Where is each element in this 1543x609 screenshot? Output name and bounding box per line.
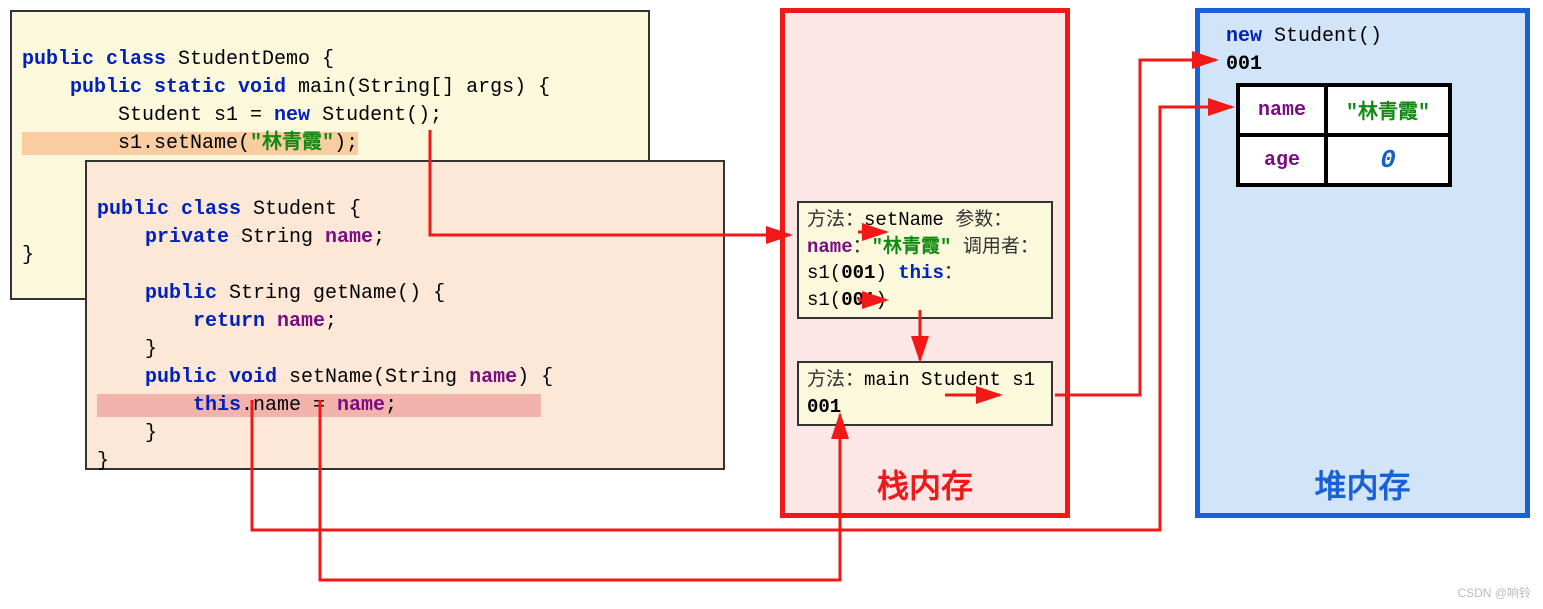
frame-text: ： — [944, 262, 963, 284]
arrow-001-to-heap — [1055, 60, 1216, 395]
frame-text: 调用者： — [963, 236, 1039, 258]
code-kw: public static void — [22, 76, 286, 99]
frame-addr: 001 — [841, 289, 875, 311]
code-kw: this — [193, 394, 241, 417]
code-text: Student { — [241, 198, 361, 221]
frame-text: setName — [864, 209, 944, 231]
stack-memory-box: 栈内存 方法：setName 参数：name："林青霞" 调用者：s1(001)… — [780, 8, 1070, 518]
frame-text: 方法： — [807, 369, 864, 391]
code-text: } — [22, 244, 34, 267]
code-text: } — [97, 450, 109, 473]
code-ident: name — [265, 310, 325, 333]
heap-age-val: 0 — [1326, 135, 1450, 185]
code-kw: public void — [97, 366, 277, 389]
code-kw: new — [1226, 25, 1262, 48]
code-kw: new — [274, 104, 310, 127]
code-ident: name — [469, 366, 517, 389]
watermark: CSDN @响铃 — [1457, 584, 1531, 601]
heap-new-student-label: new Student() — [1226, 25, 1382, 48]
stack-title: 栈内存 — [785, 461, 1065, 507]
frame-addr: 001 — [841, 262, 875, 284]
code-str: "林青霞" — [250, 132, 334, 155]
code-text: Student s1 = — [22, 104, 274, 127]
code-text: String — [229, 226, 325, 249]
code-text: String getName() { — [217, 282, 445, 305]
frame-text: ) — [875, 289, 886, 311]
frame-text: s1( — [807, 289, 841, 311]
frame-text: main — [864, 369, 910, 391]
heap-object-table: name "林青霞" age 0 — [1236, 83, 1452, 187]
code-text: ) { — [517, 366, 553, 389]
heap-name-val: "林青霞" — [1326, 85, 1450, 135]
highlighted-line-setname: s1.setName("林青霞"); — [22, 132, 358, 155]
code-text: ; — [373, 226, 385, 249]
code-text: ; — [325, 310, 337, 333]
code-text: s1.setName( — [22, 132, 250, 155]
frame-text: 方法： — [807, 209, 864, 231]
code-kw: private — [97, 226, 229, 249]
heap-name-key: name — [1238, 85, 1326, 135]
code-ident: name — [337, 394, 385, 417]
frame-addr: 001 — [807, 396, 841, 418]
code-text: } — [97, 422, 157, 445]
frame-ident: name — [807, 236, 853, 258]
code-box-student: public class Student { private String na… — [85, 160, 725, 470]
code-text: Student(); — [310, 104, 442, 127]
heap-addr-label: 001 — [1226, 53, 1262, 76]
code-text: ; — [385, 394, 397, 417]
code-text: StudentDemo { — [166, 48, 334, 71]
frame-text: ： — [853, 236, 872, 258]
code-text: } — [97, 338, 157, 361]
frame-text: 参数： — [955, 209, 1012, 231]
stack-frame-setname: 方法：setName 参数：name："林青霞" 调用者：s1(001) thi… — [797, 201, 1053, 319]
code-kw: return — [97, 310, 265, 333]
code-text: ); — [334, 132, 358, 155]
frame-text: s1( — [807, 262, 841, 284]
code-text — [97, 394, 193, 417]
frame-text: Student s1 — [921, 369, 1035, 391]
stack-frame-main: 方法：main Student s1 001 — [797, 361, 1053, 426]
code-text: setName(String — [277, 366, 469, 389]
code-kw: public — [97, 282, 217, 305]
heap-title: 堆内存 — [1200, 461, 1525, 507]
frame-kw: this — [898, 262, 944, 284]
frame-text: ) — [875, 262, 886, 284]
highlighted-line-thisname: this.name = name; — [97, 394, 541, 417]
code-kw: public class — [22, 48, 166, 71]
code-kw: public class — [97, 198, 241, 221]
code-ident: name — [325, 226, 373, 249]
code-text: .name = — [241, 394, 337, 417]
heap-memory-box: 堆内存 new Student() 001 name "林青霞" age 0 — [1195, 8, 1530, 518]
code-text: Student() — [1262, 25, 1382, 48]
code-text: main(String[] args) { — [286, 76, 550, 99]
frame-str: "林青霞" — [872, 236, 952, 258]
heap-age-key: age — [1238, 135, 1326, 185]
